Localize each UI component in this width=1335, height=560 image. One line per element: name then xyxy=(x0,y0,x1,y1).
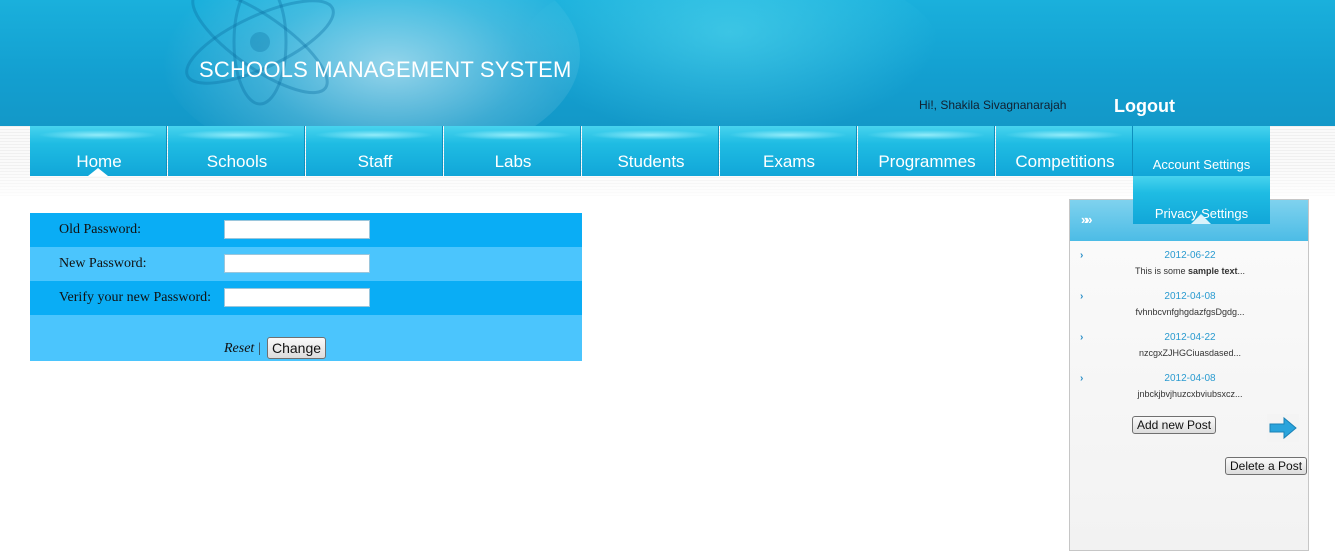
post-item[interactable]: › 2012-04-22 nzcgxZJHGCiuasdased... xyxy=(1070,323,1308,364)
header-glow-secondary xyxy=(520,0,940,126)
old-password-label: Old Password: xyxy=(59,222,142,237)
nav-item-label: Competitions xyxy=(1015,152,1115,171)
nav-item-label: Students xyxy=(617,152,685,171)
recent-posts-panel: »» › 2012-06-22 This is some sample text… xyxy=(1069,199,1309,551)
post-date[interactable]: 2012-06-22 xyxy=(1070,250,1310,261)
nav-item-schools[interactable]: Schools xyxy=(168,126,306,176)
nav-item-label: Schools xyxy=(206,152,268,171)
active-indicator xyxy=(88,168,108,176)
new-password-input[interactable] xyxy=(224,254,370,273)
verify-password-input[interactable] xyxy=(224,288,370,307)
nav-item-label: Home xyxy=(76,152,122,171)
site-header: SCHOOLS MANAGEMENT SYSTEM Hi!, Shakila S… xyxy=(0,0,1335,126)
nav-item-label: Programmes xyxy=(878,152,976,171)
change-password-button[interactable]: Change xyxy=(267,337,327,359)
menu-item-account-settings[interactable]: Account Settings xyxy=(1133,126,1270,176)
nav-item-students[interactable]: Students xyxy=(582,126,720,176)
post-item[interactable]: › 2012-04-08 fvhnbcvnfghgdazfgsDgdg... xyxy=(1070,282,1308,323)
new-password-label: New Password: xyxy=(59,256,147,271)
dropdown-pointer xyxy=(1191,214,1211,224)
nav-item-programmes[interactable]: Programmes xyxy=(858,126,996,176)
nav-item-label: Labs xyxy=(494,152,532,171)
post-item[interactable]: › 2012-04-08 jnbckjbvjhuzcxbviubsxcz... xyxy=(1070,364,1308,405)
double-chevron-icon: »» xyxy=(1081,212,1093,227)
post-date[interactable]: 2012-04-22 xyxy=(1070,332,1310,343)
nav-item-label: Exams xyxy=(763,152,815,171)
nav-item-labs[interactable]: Labs xyxy=(444,126,582,176)
post-excerpt: fvhnbcvnfghgdazfgsDgdg... xyxy=(1135,307,1245,317)
new-password-row: New Password: xyxy=(30,247,582,281)
post-excerpt: This is some sample text... xyxy=(1134,266,1246,276)
post-excerpt: nzcgxZJHGCiuasdased... xyxy=(1138,348,1242,358)
delete-post-button[interactable]: Delete a Post xyxy=(1225,457,1308,475)
verify-password-label: Verify your new Password: xyxy=(59,290,212,305)
post-date[interactable]: 2012-04-08 xyxy=(1070,373,1310,384)
nav-item-competitions[interactable]: Competitions xyxy=(996,126,1134,176)
old-password-input[interactable] xyxy=(224,220,370,239)
logout-link[interactable]: Logout xyxy=(1114,96,1175,117)
post-date[interactable]: 2012-04-08 xyxy=(1070,291,1310,302)
nav-item-home[interactable]: Home xyxy=(30,126,168,176)
old-password-row: Old Password: xyxy=(30,213,582,247)
post-item[interactable]: › 2012-06-22 This is some sample text... xyxy=(1070,241,1308,282)
main-nav: Home Schools Staff Labs Students Exams P… xyxy=(30,126,1134,176)
post-excerpt: jnbckjbvjhuzcxbviubsxcz... xyxy=(1137,389,1243,399)
nav-item-label: Staff xyxy=(357,152,393,171)
next-arrow-icon[interactable] xyxy=(1267,414,1299,442)
add-new-post-button[interactable]: Add new Post xyxy=(1132,416,1217,434)
user-greeting: Hi!, Shakila Sivagnanarajah xyxy=(919,98,1067,112)
verify-password-row: Verify your new Password: xyxy=(30,281,582,315)
atom-logo-icon xyxy=(185,0,335,106)
nav-item-staff[interactable]: Staff xyxy=(306,126,444,176)
action-separator: | xyxy=(258,341,261,356)
nav-item-exams[interactable]: Exams xyxy=(720,126,858,176)
menu-item-label: Account Settings xyxy=(1152,157,1251,172)
menu-item-privacy-settings[interactable]: Privacy Settings xyxy=(1133,176,1270,224)
reset-link[interactable]: Reset xyxy=(224,341,254,357)
change-password-form: Old Password: New Password: Verify your … xyxy=(30,213,582,361)
site-title: SCHOOLS MANAGEMENT SYSTEM xyxy=(199,57,572,82)
